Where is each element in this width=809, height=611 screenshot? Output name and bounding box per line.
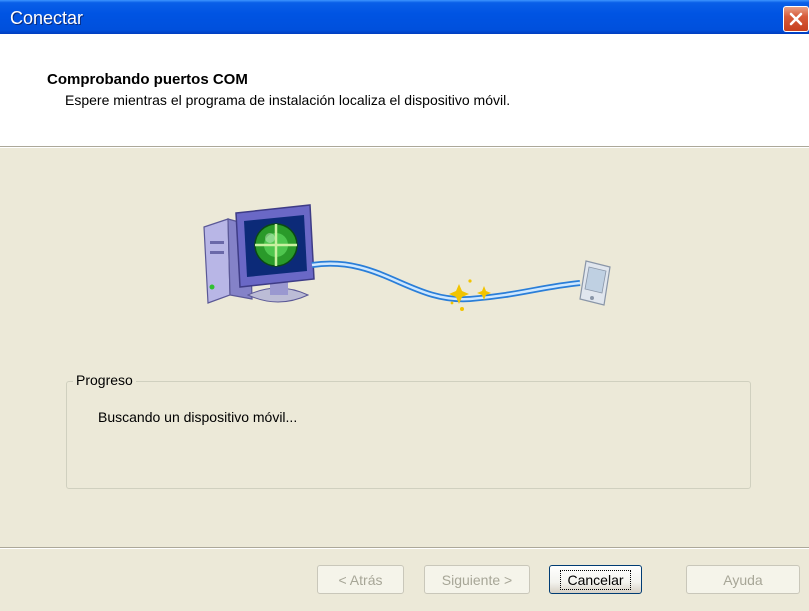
- cancel-button[interactable]: Cancelar: [549, 565, 642, 594]
- progress-status: Buscando un dispositivo móvil...: [98, 409, 298, 425]
- window-title: Conectar: [10, 8, 84, 28]
- help-button[interactable]: Ayuda: [686, 565, 800, 594]
- back-button-label: < Atrás: [338, 571, 383, 588]
- title-bar[interactable]: Conectar: [0, 0, 809, 34]
- computer-globe-icon: [203, 204, 315, 304]
- mobile-device-icon: [579, 260, 611, 306]
- header-subtitle: Espere mientras el programa de instalaci…: [65, 92, 511, 108]
- back-button[interactable]: < Atrás: [317, 565, 404, 594]
- help-button-label: Ayuda: [723, 571, 763, 588]
- header-title: Comprobando puertos COM: [47, 71, 248, 88]
- sparkle-icon: [449, 279, 491, 311]
- progress-group: [66, 381, 751, 489]
- close-icon: [789, 12, 803, 26]
- cancel-button-label: Cancelar: [560, 569, 631, 590]
- connection-illustration: [203, 204, 611, 311]
- close-button[interactable]: [783, 6, 809, 32]
- wizard-header: [0, 34, 809, 146]
- progress-legend: Progreso: [73, 372, 136, 388]
- dialog-window: Conectar Comprobando puertos COM Espere …: [0, 0, 809, 611]
- next-button-label: Siguiente >: [441, 571, 513, 588]
- next-button[interactable]: Siguiente >: [424, 565, 530, 594]
